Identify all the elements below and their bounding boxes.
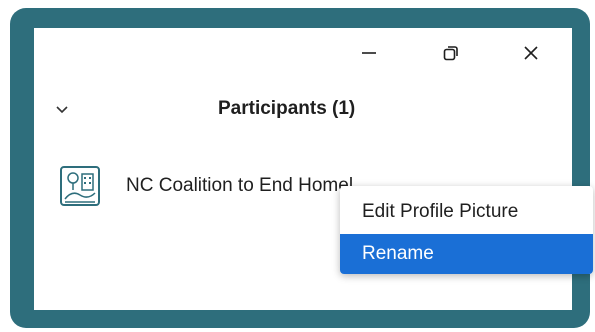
organization-logo-icon	[64, 172, 96, 203]
participants-window: Participants (1) NC Coalition to End Hom…	[34, 28, 593, 310]
collapse-toggle[interactable]	[52, 100, 72, 120]
minimize-button[interactable]	[349, 38, 389, 68]
close-button[interactable]	[511, 38, 551, 68]
menu-item-rename[interactable]: Rename	[340, 234, 593, 274]
participant-context-menu: Edit Profile Picture Rename	[340, 186, 593, 274]
chevron-down-icon	[56, 106, 68, 114]
menu-item-edit-profile-picture[interactable]: Edit Profile Picture	[340, 192, 593, 232]
restore-icon	[443, 46, 458, 61]
restore-button[interactable]	[431, 38, 471, 68]
minimize-icon	[362, 52, 376, 54]
avatar	[60, 166, 100, 206]
participants-title: Participants (1)	[218, 98, 356, 119]
participant-row[interactable]: NC Coalition to End Homelessness	[56, 166, 356, 208]
close-icon	[524, 46, 538, 60]
participant-name: NC Coalition to End Homelessness	[126, 175, 352, 196]
